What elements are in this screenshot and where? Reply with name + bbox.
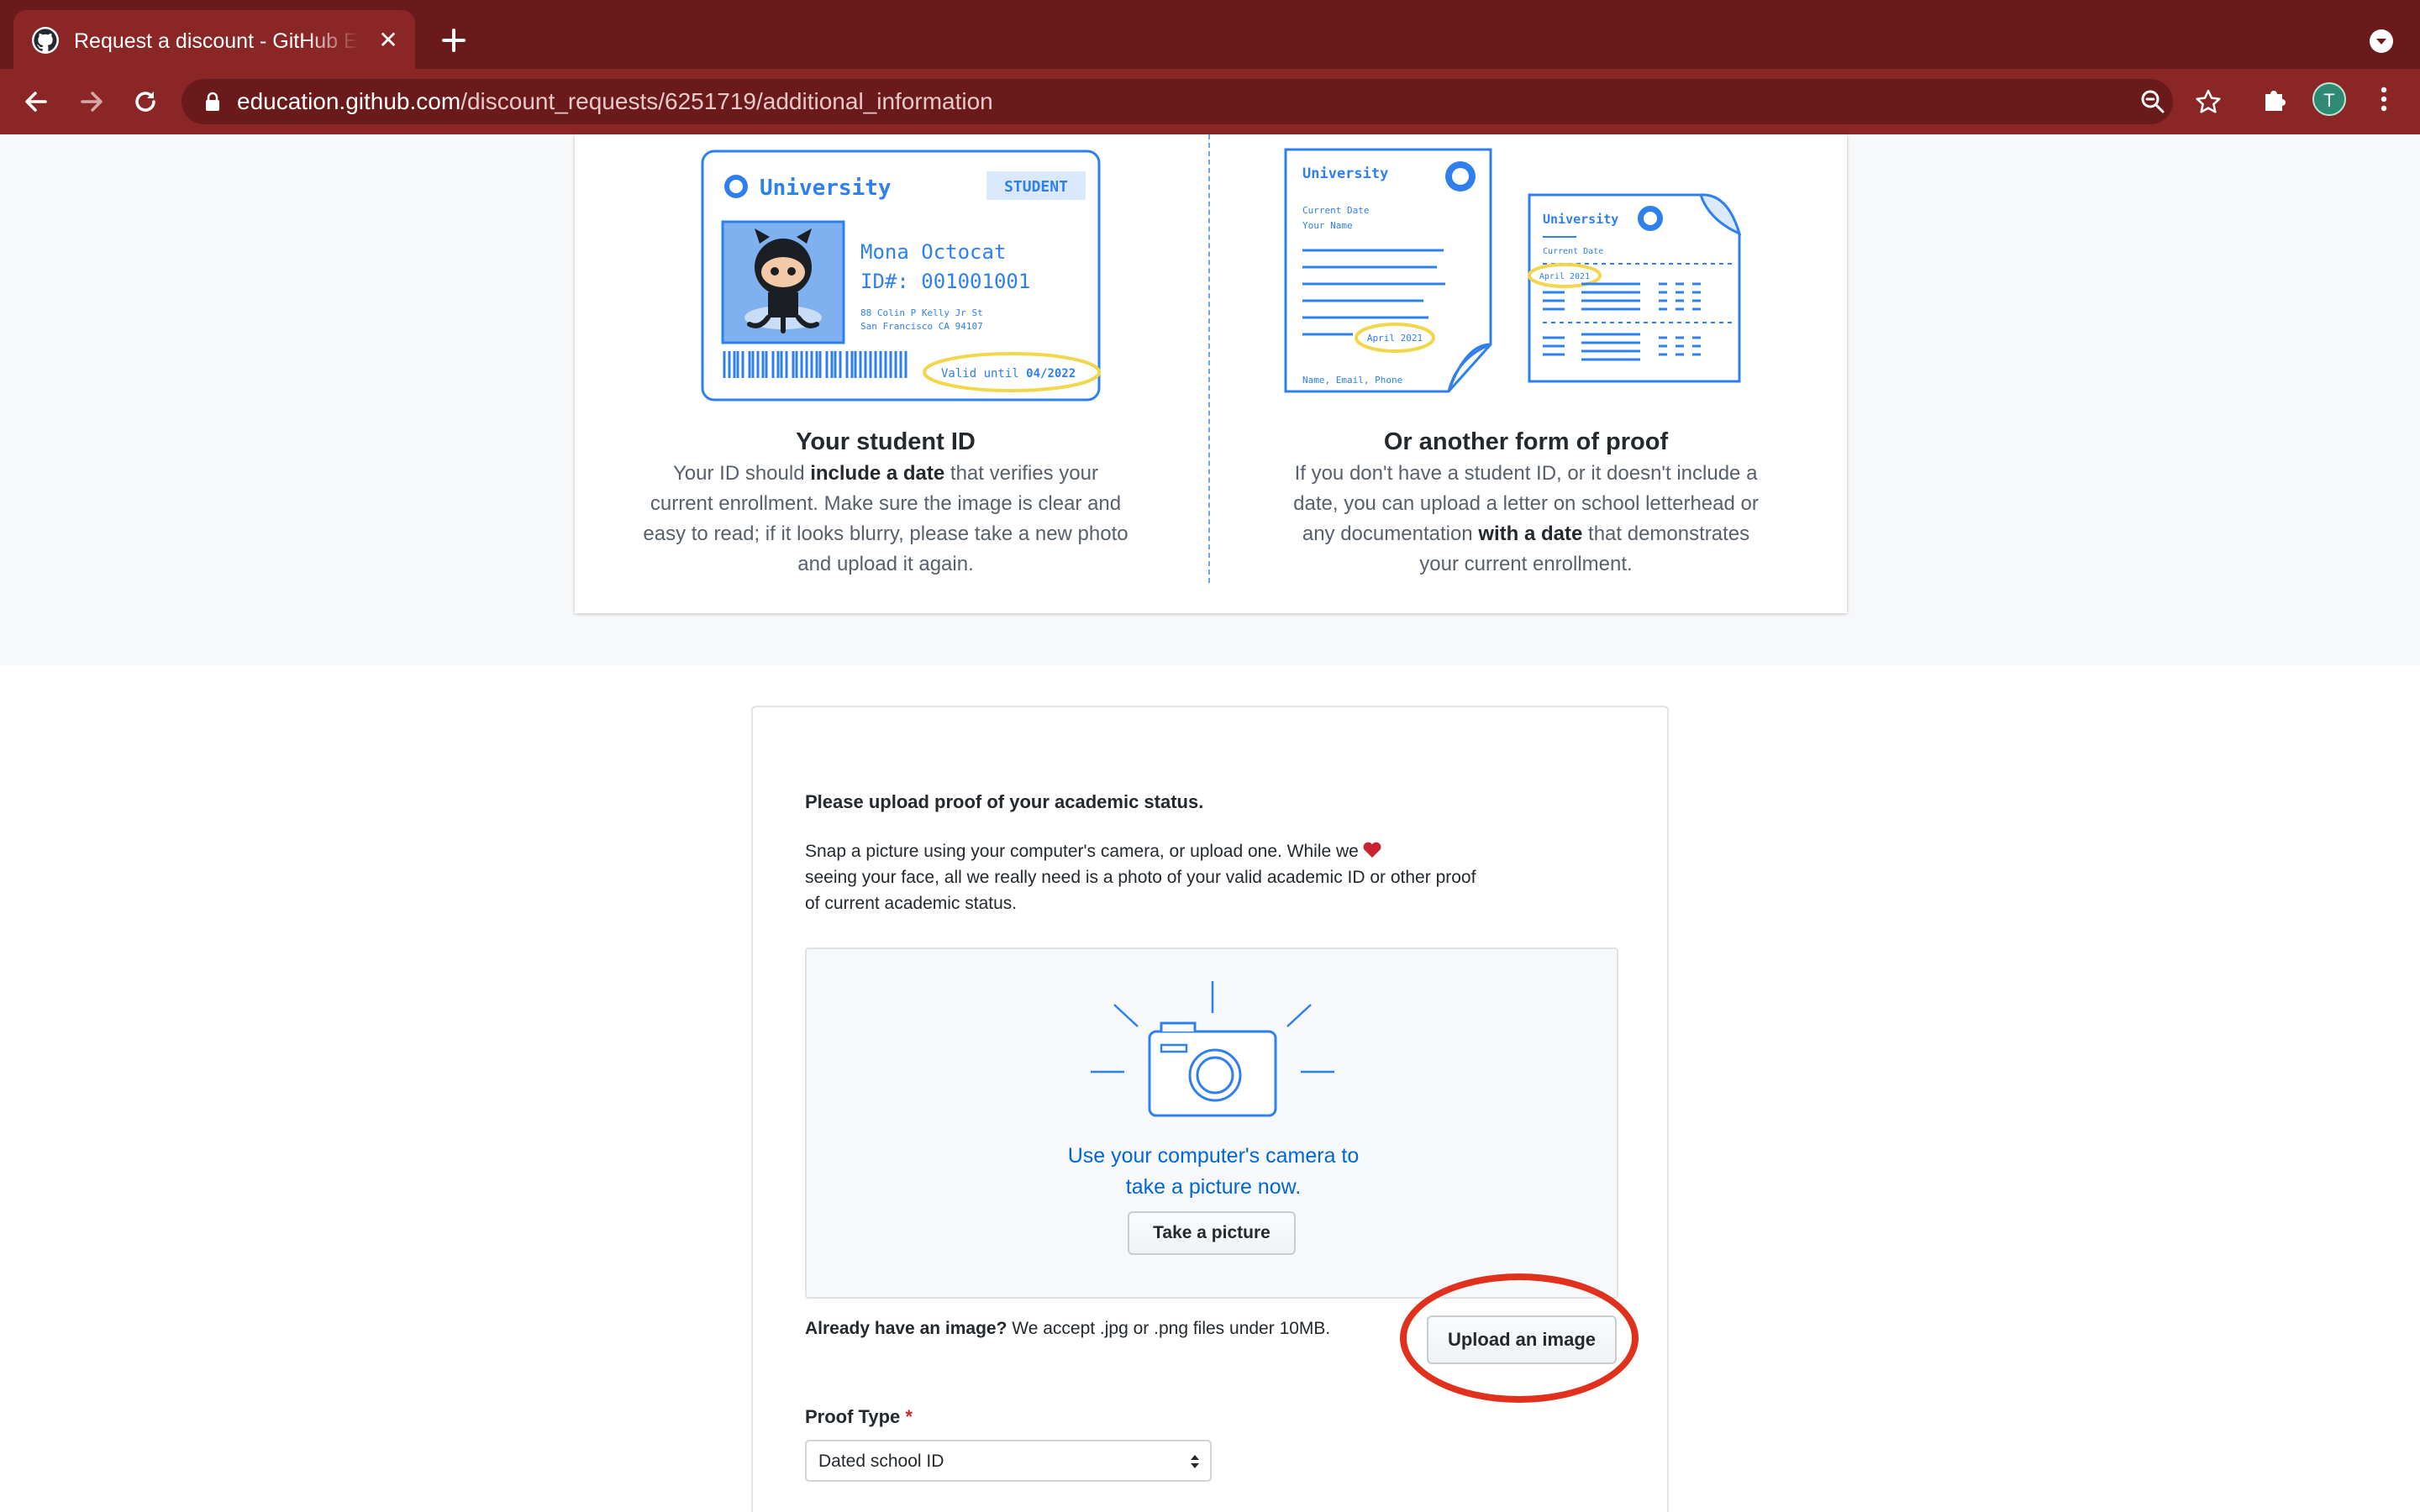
already-detail: We accept .jpg or .png files under 10MB.: [1007, 1319, 1331, 1338]
student-id-description: Your ID should include a date that verif…: [642, 459, 1129, 580]
github-icon: [32, 27, 59, 54]
camera-icon: [1091, 981, 1334, 1117]
extensions-puzzle-icon[interactable]: [2260, 84, 2291, 114]
student-id-heading: Your student ID: [796, 428, 976, 455]
letter-date-badge: April 2021: [1367, 333, 1423, 344]
tab-title: Request a discount - GitHub Education: [74, 29, 360, 53]
proof-examples-card: University STUDENT Mona Octocat ID#: 001…: [575, 134, 1847, 613]
camera-instructions: Use your computer's camera to take a pict…: [807, 1141, 1620, 1203]
second-letter-date-badge: April 2021: [1539, 272, 1590, 281]
other-proof-heading: Or another form of proof: [1383, 428, 1669, 455]
close-tab-icon[interactable]: ✕: [375, 27, 402, 54]
second-letter-university: University: [1543, 212, 1618, 227]
bookmark-star-icon[interactable]: [2195, 88, 2222, 115]
letter-proof-illustration: University Current Date Your Name April …: [1284, 148, 1742, 393]
new-tab-icon[interactable]: [437, 24, 471, 57]
upload-desc-2: seeing your face, all we really need is …: [805, 868, 1476, 913]
url-text[interactable]: education.github.com/discount_requests/6…: [237, 87, 993, 116]
id-valid-prefix: Valid until: [941, 367, 1026, 381]
id-name-text: Mona Octocat: [860, 240, 1006, 264]
other-proof-description: If you don't have a student ID, or it do…: [1282, 459, 1770, 580]
camera-line-2: take a picture now.: [1125, 1175, 1302, 1199]
proof-type-label: Proof Type *: [805, 1406, 913, 1428]
address-bar[interactable]: education.github.com/discount_requests/6…: [182, 79, 2173, 124]
student-id-illustration: University STUDENT Mona Octocat ID#: 001…: [701, 150, 1101, 402]
already-have-image-text: Already have an image? We accept .jpg or…: [805, 1319, 1330, 1339]
already-bold: Already have an image?: [805, 1319, 1007, 1338]
letter-current-date: Current Date: [1302, 205, 1369, 216]
id-address-line2: San Francisco CA 94107: [860, 321, 983, 332]
camera-capture-area[interactable]: Use your computer's camera to take a pict…: [805, 948, 1618, 1299]
letter-your-name: Your Name: [1302, 220, 1353, 231]
id-address-line1: 88 Colin P Kelly Jr St: [860, 307, 983, 318]
take-picture-button[interactable]: Take a picture: [1128, 1211, 1296, 1255]
proof-type-label-text: Proof Type: [805, 1406, 901, 1427]
letter-footer: Name, Email, Phone: [1302, 375, 1402, 386]
camera-line-1: Use your computer's camera to: [1067, 1144, 1360, 1168]
url-path: /discount_requests/6251719/additional_in…: [460, 88, 993, 114]
id-university-text: University: [760, 176, 892, 201]
profile-avatar[interactable]: T: [2312, 82, 2346, 116]
browser-menu-icon[interactable]: [2371, 84, 2396, 114]
id-valid-date: 04/2022: [1026, 367, 1076, 381]
tab-search-icon[interactable]: [2368, 28, 2395, 55]
upload-desc-1: Snap a picture using your computer's cam…: [805, 842, 1359, 861]
url-host: education.github.com: [237, 88, 461, 114]
heart-icon: [1363, 842, 1381, 858]
second-letter-current-date: Current Date: [1543, 247, 1603, 256]
select-arrows-icon: [1191, 1455, 1199, 1468]
student-id-text-1: Your ID should: [672, 462, 811, 485]
browser-tab-strip: Request a discount - GitHub Education ✕: [0, 0, 2420, 69]
proof-type-value: Dated school ID: [818, 1452, 944, 1471]
upload-description: Snap a picture using your computer's cam…: [805, 838, 1494, 916]
id-number-text: ID#: 001001001: [860, 270, 1030, 293]
proof-type-select[interactable]: Dated school ID: [805, 1440, 1212, 1482]
other-proof-bold: with a date: [1478, 522, 1583, 545]
required-mark: *: [905, 1406, 913, 1427]
zoom-icon[interactable]: [2139, 88, 2166, 115]
highlight-annotation-circle: [1400, 1273, 1639, 1403]
back-icon[interactable]: [17, 82, 55, 121]
reload-icon[interactable]: [126, 82, 165, 121]
id-badge-text: STUDENT: [1004, 178, 1068, 196]
student-id-bold: include a date: [810, 462, 945, 485]
letter-university-text: University: [1302, 165, 1388, 182]
browser-tab[interactable]: Request a discount - GitHub Education ✕: [13, 10, 415, 69]
browser-toolbar: education.github.com/discount_requests/6…: [0, 69, 2420, 134]
upload-title: Please upload proof of your academic sta…: [805, 791, 1204, 812]
forward-icon[interactable]: [72, 82, 111, 121]
lock-icon[interactable]: [202, 91, 224, 113]
column-divider: [1208, 134, 1210, 583]
svg-text:Valid until 04/2022: Valid until 04/2022: [941, 367, 1076, 381]
